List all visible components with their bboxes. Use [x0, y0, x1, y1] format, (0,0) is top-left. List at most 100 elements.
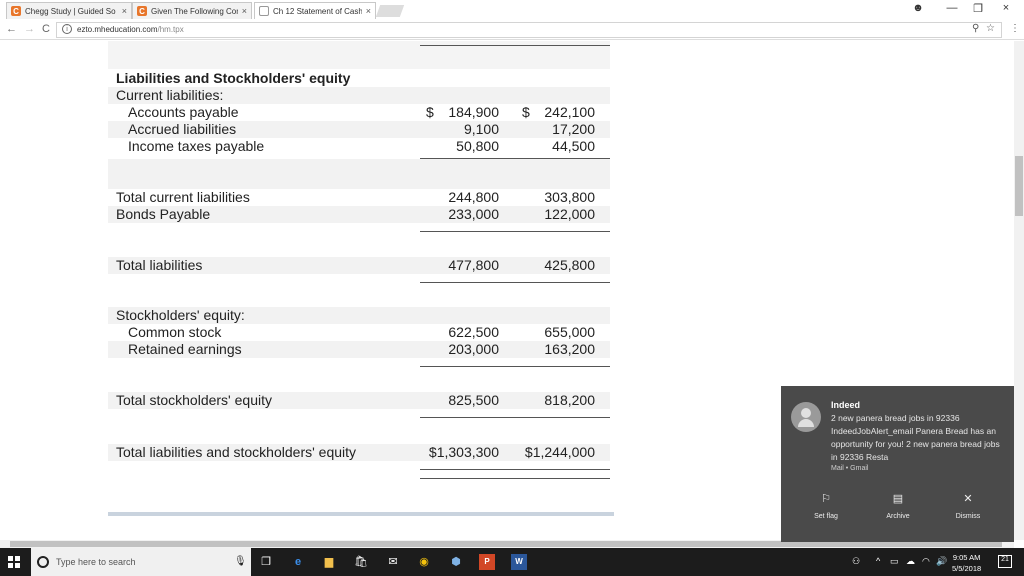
subtotal-rule: [420, 417, 610, 418]
document-favicon-icon: [259, 6, 269, 16]
task-view-icon[interactable]: ❐: [258, 554, 274, 570]
tab-ch12-statement[interactable]: Ch 12 Statement of Cash ×: [254, 2, 376, 19]
value-year1: 825,500: [448, 392, 499, 408]
box-app-icon[interactable]: ⬢: [448, 554, 464, 570]
subtotal-rule: [420, 282, 610, 283]
reload-button[interactable]: C: [42, 23, 50, 35]
taskbar-search[interactable]: Type here to search 🎙: [31, 548, 251, 576]
powerpoint-icon[interactable]: P: [479, 554, 495, 570]
current-liabilities-row: Current liabilities:: [108, 87, 610, 104]
row-label: Total current liabilities: [116, 189, 250, 205]
windows-start-icon[interactable]: [8, 556, 20, 568]
tab-title: Chegg Study | Guided So: [25, 7, 118, 16]
value-year1: 477,800: [448, 257, 499, 273]
value-year1: 622,500: [448, 324, 499, 340]
value-year1: 244,800: [448, 189, 499, 205]
subtotal-rule: [420, 366, 610, 367]
notification-count: 21: [1001, 556, 1009, 563]
close-icon: ✕: [933, 492, 1003, 505]
row-label: Total liabilities and stockholders' equi…: [116, 444, 356, 460]
value-year2: $1,244,000: [525, 444, 595, 460]
new-tab-button[interactable]: [376, 5, 404, 17]
site-info-icon[interactable]: i: [62, 24, 72, 34]
total-stockholders-equity-row: Total stockholders' equity 825,500 818,2…: [108, 392, 610, 409]
close-tab-icon[interactable]: ×: [242, 6, 247, 16]
row-label: Bonds Payable: [116, 206, 210, 222]
menu-icon[interactable]: ⋮: [1010, 23, 1020, 34]
mail-icon[interactable]: ✉: [385, 554, 401, 570]
archive-icon: ▤: [863, 492, 933, 505]
close-window-button[interactable]: ×: [996, 2, 1016, 14]
action-center-icon[interactable]: 21: [998, 555, 1012, 568]
clock-date: 5/5/2018: [952, 563, 981, 574]
vertical-scrollbar[interactable]: [1014, 41, 1024, 540]
total-current-liabilities-row: Total current liabilities 244,800 303,80…: [108, 189, 610, 206]
value-year2: 242,100: [544, 104, 595, 120]
accounts-payable-row: Accounts payable $ 184,900 $ 242,100: [108, 104, 610, 121]
section-heading-row: Liabilities and Stockholders' equity: [108, 70, 610, 87]
spacer-row: [108, 159, 610, 189]
maximize-button[interactable]: ❐: [968, 2, 988, 15]
avatar-icon: [791, 402, 821, 432]
flag-icon: ⚐: [791, 492, 861, 505]
value-year2: 163,200: [544, 341, 595, 357]
notification-toast[interactable]: Indeed 2 new panera bread jobs in 92336 …: [781, 386, 1014, 542]
vertical-scroll-thumb[interactable]: [1015, 156, 1023, 216]
row-label: Income taxes payable: [128, 138, 264, 154]
tab-chegg-study[interactable]: C Chegg Study | Guided So ×: [6, 2, 132, 19]
row-label: Total liabilities: [116, 257, 202, 273]
network-icon[interactable]: ▭: [890, 556, 899, 567]
browser-toolbar: ← → C i ezto.mheducation.com/hm.tpx ⚲ ☆ …: [0, 20, 1024, 40]
page-divider: [108, 512, 614, 516]
system-clock[interactable]: 9:05 AM 5/5/2018: [952, 552, 981, 574]
total-liabilities-equity-row: Total liabilities and stockholders' equi…: [108, 444, 610, 461]
column-rule: [420, 45, 610, 46]
value-year2: 303,800: [544, 189, 595, 205]
bookmark-star-icon[interactable]: ☆: [986, 23, 995, 34]
onedrive-icon[interactable]: ☁: [906, 556, 915, 567]
chegg-favicon-icon: C: [137, 6, 147, 16]
tab-given-the-following[interactable]: C Given The Following Com ×: [132, 2, 252, 19]
retained-earnings-row: Retained earnings 203,000 163,200: [108, 341, 610, 358]
notification-source: Mail • Gmail: [831, 465, 868, 472]
set-flag-button[interactable]: ⚐ Set flag: [791, 492, 861, 520]
value-year2: 122,000: [544, 206, 595, 222]
wifi-icon[interactable]: ◠: [922, 556, 930, 567]
back-button[interactable]: ←: [6, 23, 17, 35]
file-explorer-icon[interactable]: ▆: [321, 554, 337, 570]
value-year1: 233,000: [448, 206, 499, 222]
store-icon[interactable]: 🛍: [353, 554, 369, 570]
microphone-icon[interactable]: 🎙: [234, 556, 247, 567]
value-year1: 9,100: [464, 121, 499, 137]
subtotal-rule: [420, 231, 610, 232]
row-label: Total stockholders' equity: [116, 392, 272, 408]
search-placeholder: Type here to search: [56, 557, 136, 567]
tab-title: Ch 12 Statement of Cash: [273, 7, 362, 16]
show-hidden-icons-icon[interactable]: ^: [876, 556, 880, 566]
accrued-liabilities-row: Accrued liabilities 9,100 17,200: [108, 121, 610, 138]
value-year2: 655,000: [544, 324, 595, 340]
close-tab-icon[interactable]: ×: [366, 6, 371, 16]
close-tab-icon[interactable]: ×: [122, 6, 127, 16]
stockholders-equity-label-row: Stockholders' equity:: [108, 307, 610, 324]
archive-button[interactable]: ▤ Archive: [863, 492, 933, 520]
value-year1: $1,303,300: [429, 444, 499, 460]
tab-title: Given The Following Com: [151, 7, 238, 16]
bonds-payable-row: Bonds Payable 233,000 122,000: [108, 206, 610, 223]
minimize-button[interactable]: —: [942, 2, 962, 14]
total-liabilities-row: Total liabilities 477,800 425,800: [108, 257, 610, 274]
url-path: /hm.tpx: [158, 25, 184, 34]
people-icon[interactable]: ⚇: [852, 556, 860, 567]
zoom-icon[interactable]: ⚲: [972, 23, 979, 34]
value-year1: 184,900: [448, 104, 499, 120]
edge-icon[interactable]: e: [290, 554, 306, 570]
address-bar[interactable]: i ezto.mheducation.com/hm.tpx: [56, 22, 1002, 38]
dismiss-button[interactable]: ✕ Dismiss: [933, 492, 1003, 520]
set-flag-label: Set flag: [814, 513, 838, 520]
forward-button[interactable]: →: [24, 23, 35, 35]
profile-icon[interactable]: ☻: [908, 2, 928, 14]
volume-icon[interactable]: 🔊: [936, 556, 947, 567]
chrome-icon[interactable]: ◉: [416, 554, 432, 570]
archive-label: Archive: [886, 513, 909, 520]
word-icon[interactable]: W: [511, 554, 527, 570]
